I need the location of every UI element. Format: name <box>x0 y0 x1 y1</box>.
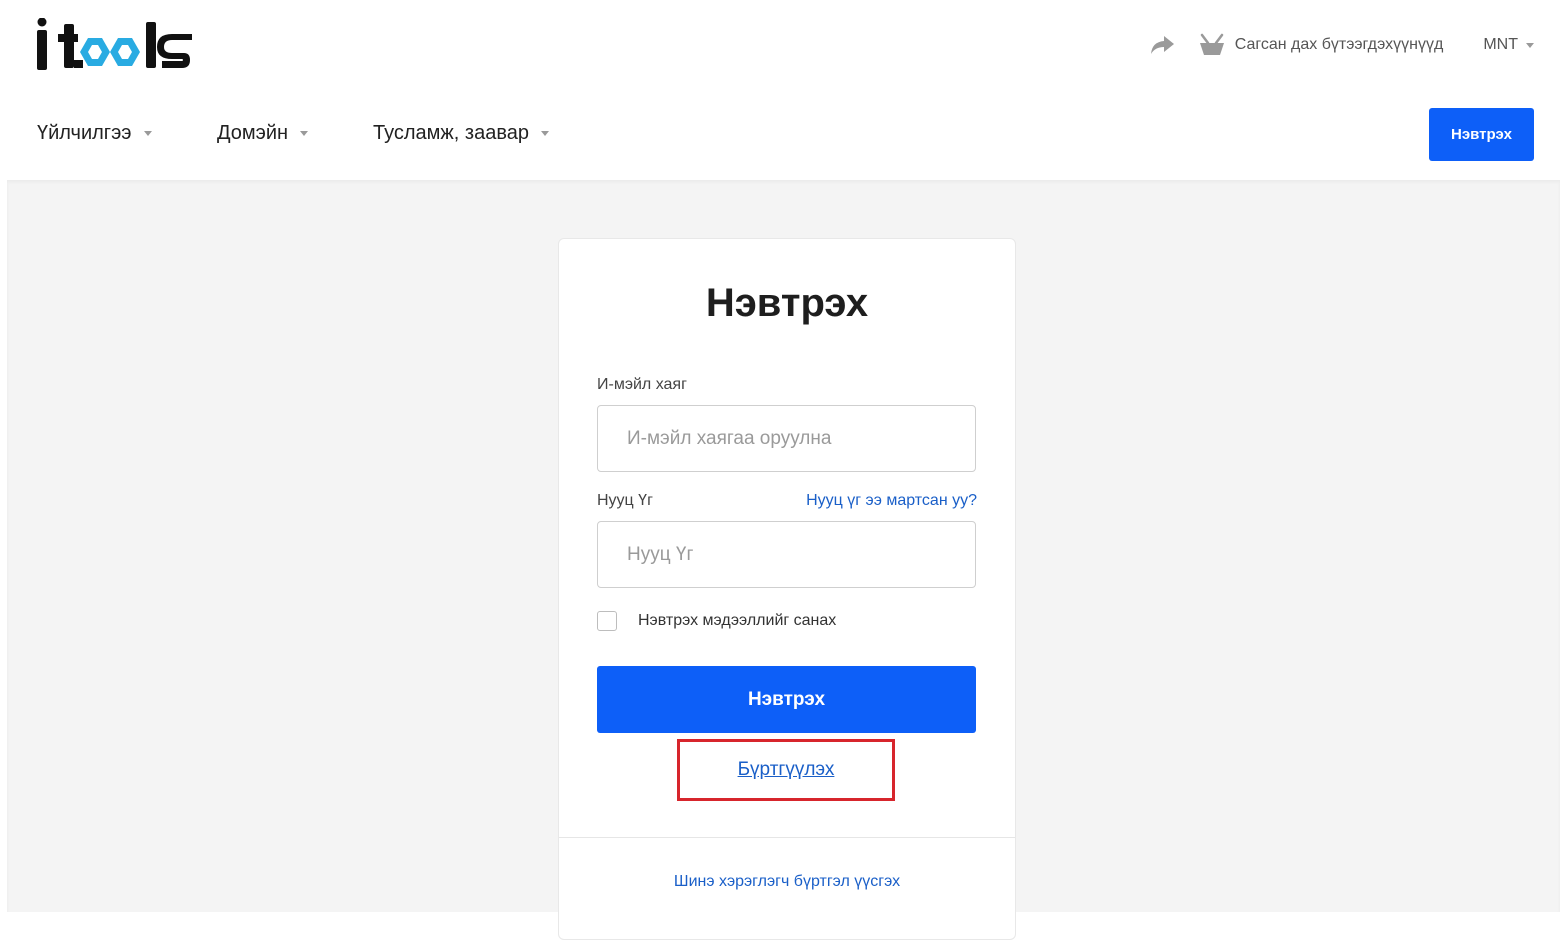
top-right-actions: Сагсан дах бүтээгдэхүүнүүд MNT <box>1149 30 1534 60</box>
email-field[interactable] <box>597 405 976 472</box>
nav-item-domain[interactable]: Домэйн <box>217 122 309 145</box>
forgot-password-link[interactable]: Нууц үг ээ мартсан уу? <box>806 492 977 510</box>
currency-selector[interactable]: MNT <box>1483 36 1534 54</box>
nav-item-label: Үйлчилгээ <box>37 122 132 144</box>
divider <box>559 837 1015 838</box>
chevron-down-icon <box>540 131 549 136</box>
main-nav: Үйлчилгээ Домэйн Тусламж, заавар Нэвтрэх <box>0 90 1560 180</box>
header-login-button[interactable]: Нэвтрэх <box>1429 108 1534 161</box>
chevron-down-icon <box>300 131 309 136</box>
nav-item-label: Тусламж, заавар <box>373 122 529 144</box>
email-label: И-мэйл хаяг <box>597 376 687 393</box>
itools-logo[interactable] <box>36 18 198 74</box>
top-bar: Сагсан дах бүтээгдэхүүнүүд MNT <box>0 0 1560 90</box>
nav-item-label: Домэйн <box>217 122 289 144</box>
nav-item-services[interactable]: Үйлчилгээ <box>37 122 152 145</box>
register-highlight-box: Бүртгүүлэх <box>677 739 895 801</box>
create-account-link[interactable]: Шинэ хэрэглэгч бүртгэл үүсгэх <box>559 873 1015 891</box>
remember-me-row: Нэвтрэх мэдээллийг санах <box>597 611 836 631</box>
basket-icon[interactable] <box>1199 33 1225 57</box>
remember-me-label[interactable]: Нэвтрэх мэдээллийг санах <box>638 612 836 630</box>
login-card: Нэвтрэх И-мэйл хаяг Нууц Үг Нууц үг ээ м… <box>558 238 1016 940</box>
main-content: Нэвтрэх И-мэйл хаяг Нууц Үг Нууц үг ээ м… <box>7 180 1560 940</box>
remember-me-checkbox[interactable] <box>597 611 617 631</box>
share-icon[interactable] <box>1149 34 1175 56</box>
currency-label: MNT <box>1483 36 1518 53</box>
password-field[interactable] <box>597 521 976 588</box>
cart-link[interactable]: Сагсан дах бүтээгдэхүүнүүд <box>1235 36 1444 54</box>
chevron-down-icon <box>1526 42 1534 48</box>
page-title: Нэвтрэх <box>705 281 869 325</box>
register-link[interactable]: Бүртгүүлэх <box>738 759 835 781</box>
login-submit-button[interactable]: Нэвтрэх <box>597 666 976 733</box>
chevron-down-icon <box>143 131 152 136</box>
password-label: Нууц Үг <box>597 492 653 509</box>
nav-item-help[interactable]: Тусламж, заавар <box>373 122 549 145</box>
